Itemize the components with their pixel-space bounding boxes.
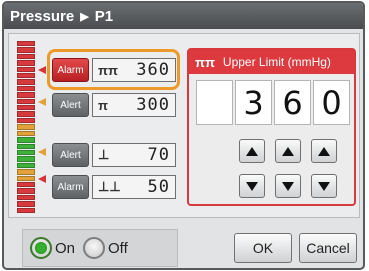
ok-button[interactable]: OK: [234, 233, 292, 263]
meter-segment: [17, 105, 35, 111]
alarm-tag[interactable]: Alarm: [52, 58, 89, 82]
meter-segment: [17, 92, 35, 98]
meter-segment: [17, 181, 35, 188]
upper-alarm-value: 360: [136, 60, 170, 80]
meter-segment: [17, 207, 35, 213]
arrow-up-icon: [282, 146, 294, 156]
upper-alarm-value-field[interactable]: ππ 360: [92, 58, 176, 82]
meter-segment: [17, 79, 35, 85]
upper-limit-icon: ππ: [195, 54, 215, 70]
upper-alert-value: 300: [136, 95, 170, 115]
upper-limit-title: Upper Limit (mmHg): [222, 55, 331, 69]
arrow-up-icon: [246, 146, 258, 156]
alert-low-marker-icon: [38, 148, 46, 156]
meter-segment: [17, 53, 35, 60]
meter-segment: [17, 143, 35, 149]
increment-buttons: [239, 139, 337, 163]
arrow-down-icon: [246, 181, 258, 191]
meter-segment: [17, 194, 35, 201]
radio-selected-icon: [30, 237, 52, 259]
meter-segment: [17, 156, 35, 162]
on-radio[interactable]: On: [30, 237, 75, 259]
alert-row-high[interactable]: Alert π 300: [52, 92, 176, 118]
alarm-row-low-low[interactable]: Alarm ⊥⊥ 50: [52, 174, 176, 200]
lower-alarm-value-field[interactable]: ⊥⊥ 50: [92, 175, 176, 199]
meter-segment: [17, 98, 35, 105]
meter-segment: [17, 111, 35, 117]
lower-alarm-icon: ⊥⊥: [98, 179, 121, 194]
off-label: Off: [108, 239, 128, 257]
arrow-down-icon: [282, 181, 294, 191]
lower-alarm-value: 50: [147, 177, 170, 197]
arrow-down-icon: [318, 181, 330, 191]
dialog-title: Pressure: [10, 7, 75, 25]
upper-alarm-icon: ππ: [98, 62, 118, 78]
meter-segment: [17, 41, 35, 47]
upper-alert-icon: π: [98, 97, 108, 113]
digit-hundreds: 3: [235, 80, 272, 125]
lower-alert-icon: ⊥: [98, 147, 110, 162]
breadcrumb-arrow-icon: ▶: [80, 10, 89, 23]
upper-limit-header: ππ Upper Limit (mmHg): [189, 50, 354, 74]
off-radio[interactable]: Off: [83, 237, 128, 259]
lower-alert-value-field[interactable]: ⊥ 70: [92, 143, 176, 167]
alarm-low-marker-icon: [38, 175, 46, 183]
alarm-tag[interactable]: Alarm: [52, 175, 89, 199]
meter-segment: [17, 124, 35, 130]
channel-label: P1: [94, 7, 114, 25]
digit-ones: 0: [313, 80, 350, 125]
alert-tag[interactable]: Alert: [52, 93, 89, 117]
radio-unselected-icon: [83, 237, 106, 259]
limit-digit-display: 3 6 0: [196, 80, 350, 125]
tens-down-button[interactable]: [275, 174, 301, 198]
alarm-row-high-high[interactable]: Alarm ππ 360: [52, 57, 176, 83]
meter-segment: [17, 60, 35, 66]
hundreds-up-button[interactable]: [239, 139, 265, 163]
tens-up-button[interactable]: [275, 139, 301, 163]
arrow-up-icon: [318, 146, 330, 156]
digit-tens: 6: [274, 80, 311, 125]
meter-segment: [17, 149, 35, 156]
meter-segment: [17, 175, 35, 181]
meter-segment: [17, 130, 35, 137]
ones-down-button[interactable]: [311, 174, 337, 198]
meter-segment: [17, 47, 35, 53]
alert-tag[interactable]: Alert: [52, 143, 89, 167]
alarm-high-marker-icon: [38, 66, 46, 74]
upper-limit-editor: ππ Upper Limit (mmHg) 3 6 0: [187, 48, 356, 206]
hundreds-down-button[interactable]: [239, 174, 265, 198]
upper-alert-value-field[interactable]: π 300: [92, 93, 176, 117]
alert-row-low[interactable]: Alert ⊥ 70: [52, 142, 176, 168]
alarm-toggle-group: On Off: [22, 229, 178, 267]
pressure-level-meter: [17, 41, 37, 213]
alert-high-marker-icon: [38, 98, 46, 106]
ones-up-button[interactable]: [311, 139, 337, 163]
meter-segment: [17, 201, 35, 207]
meter-segment: [17, 169, 35, 175]
meter-segment: [17, 66, 35, 73]
meter-segment: [17, 117, 35, 124]
title-bar: Pressure ▶ P1: [4, 3, 363, 29]
digit-blank: [196, 80, 233, 125]
meter-segment: [17, 162, 35, 169]
meter-segment: [17, 73, 35, 79]
on-label: On: [55, 239, 76, 257]
cancel-button[interactable]: Cancel: [299, 233, 357, 263]
decrement-buttons: [239, 174, 337, 198]
meter-segment: [17, 188, 35, 194]
meter-segment: [17, 137, 35, 143]
lower-alert-value: 70: [147, 145, 170, 165]
meter-segment: [17, 85, 35, 92]
